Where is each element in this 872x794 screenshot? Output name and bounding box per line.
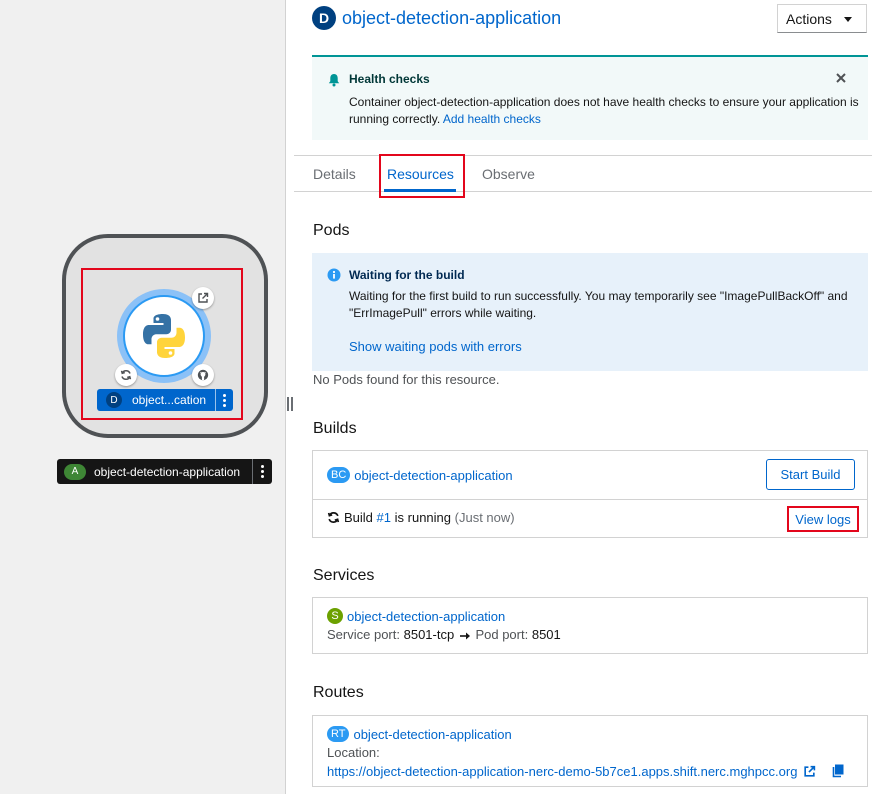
pod-port-label: Pod port: [475,627,529,642]
build-config-link[interactable]: BC object-detection-application [327,467,513,483]
tab-observe[interactable]: Observe [482,166,535,182]
pod-port-value: 8501 [531,627,561,642]
routes-section-title: Routes [313,684,364,701]
node-highlight-box [81,268,243,420]
route-url: https://object-detection-application-ner… [327,764,816,779]
route-link[interactable]: RT object-detection-application [327,726,512,742]
build-status: Build #1 is running (Just now) [327,510,515,525]
info-circle-icon [327,268,341,282]
services-section-title: Services [313,567,375,584]
service-ports: Service port: 8501-tcp Pod port: 8501 [327,627,561,642]
view-logs-link[interactable]: View logs [787,506,859,532]
application-name: object-detection-application [94,464,241,479]
application-kebab-button[interactable] [252,459,272,484]
service-link[interactable]: S object-detection-application [327,608,505,624]
topology-canvas[interactable]: D object...cation A object-detection-app… [0,0,286,794]
deployment-badge: D [312,6,336,30]
no-pods-message: No Pods found for this resource. [313,372,500,387]
health-checks-message: Container object-detection-application d… [349,95,859,126]
route-location-label: Location: [327,745,380,760]
service-badge: S [327,608,343,624]
build-config-badge: BC [327,467,351,483]
panel-resize-handle[interactable] [287,397,293,411]
builds-section-title: Builds [313,420,357,437]
panel-tabs: Details Resources Observe [294,154,872,198]
panel-title[interactable]: object-detection-application [342,8,561,29]
health-checks-body: Container object-detection-application d… [349,94,861,128]
show-waiting-pods-link[interactable]: Show waiting pods with errors [349,339,522,354]
build-time: (Just now) [454,510,515,525]
close-icon[interactable] [834,71,848,85]
external-link-icon[interactable] [803,765,816,778]
copy-icon[interactable] [831,764,844,778]
route-name: object-detection-application [353,726,512,742]
panel-header: D object-detection-application [312,6,561,30]
services-card: S object-detection-application Service p… [312,597,868,654]
build-config-name: object-detection-application [354,467,513,483]
waiting-build-alert: Waiting for the build Waiting for the fi… [312,253,868,371]
caret-down-icon [844,17,852,22]
long-arrow-right-icon [459,632,470,640]
side-panel: D object-detection-application Actions H… [294,0,872,794]
sync-icon [327,511,340,524]
route-url-link[interactable]: https://object-detection-application-ner… [327,764,797,779]
add-health-checks-link[interactable]: Add health checks [443,112,541,126]
routes-card: RT object-detection-application Location… [312,715,868,787]
kebab-icon [261,465,264,478]
start-build-button[interactable]: Start Build [766,459,855,490]
actions-dropdown[interactable]: Actions [777,4,867,33]
tab-details[interactable]: Details [313,166,356,182]
service-port-value: 8501-tcp [403,627,455,642]
build-number-link[interactable]: #1 [377,510,391,525]
application-badge: A [64,463,86,480]
build-status-prefix: Build [344,510,373,525]
build-config-row: BC object-detection-application Start Bu… [313,451,867,500]
health-checks-alert: Health checks Container object-detection… [312,55,868,140]
application-group-label[interactable]: A object-detection-application [57,459,272,484]
tab-highlight-box [379,154,465,198]
builds-card: BC object-detection-application Start Bu… [312,450,868,538]
health-checks-title: Health checks [349,72,430,86]
service-port-label: Service port: [327,627,400,642]
waiting-build-title: Waiting for the build [349,268,465,282]
service-name: object-detection-application [347,608,506,624]
bell-icon [328,74,340,87]
route-badge: RT [327,726,350,742]
pods-section-title: Pods [313,222,350,239]
build-status-suffix: is running [394,510,452,525]
waiting-build-body: Waiting for the first build to run succe… [349,289,848,320]
actions-label: Actions [786,10,832,27]
